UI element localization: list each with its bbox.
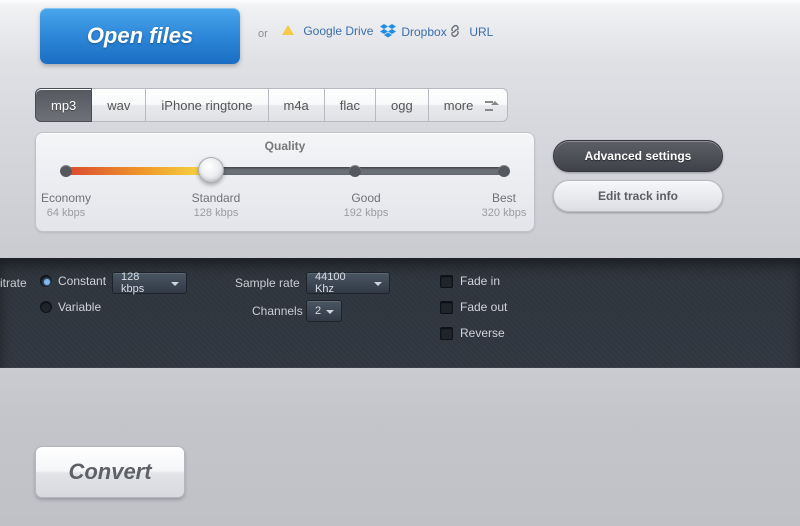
- tab-flac[interactable]: flac: [325, 88, 376, 122]
- bitrate-label: itrate: [0, 276, 27, 290]
- bitrate-constant-label: Constant: [58, 274, 106, 288]
- convert-button[interactable]: Convert: [35, 446, 185, 498]
- checkbox-icon: [440, 275, 453, 288]
- channels-label: Channels: [252, 304, 303, 318]
- dropbox-link[interactable]: Dropbox: [380, 24, 447, 39]
- checkbox-icon: [440, 327, 453, 340]
- quality-slider[interactable]: [66, 167, 504, 175]
- google-drive-icon: [282, 25, 296, 37]
- quality-rate: 64 kbps: [26, 207, 106, 219]
- sample-rate-dropdown[interactable]: 44100 Khz: [306, 272, 390, 294]
- radio-dot-icon: [40, 275, 52, 287]
- link-icon: [448, 24, 462, 36]
- quality-rate: 192 kbps: [326, 207, 406, 219]
- quality-title: Quality: [36, 139, 534, 153]
- format-tabs: mp3 wav iPhone ringtone m4a flac ogg mor…: [35, 88, 508, 122]
- quality-label-standard: Standard 128 kbps: [176, 191, 256, 219]
- tab-m4a[interactable]: m4a: [269, 88, 325, 122]
- open-files-button[interactable]: Open files: [40, 8, 240, 64]
- sample-rate-label: Sample rate: [235, 276, 300, 290]
- quality-rate: 320 kbps: [464, 207, 544, 219]
- reverse-label: Reverse: [460, 326, 505, 340]
- quality-label-best: Best 320 kbps: [464, 191, 544, 219]
- dropbox-icon: [380, 24, 394, 36]
- bitrate-variable-label: Variable: [58, 300, 101, 314]
- advanced-settings-panel: itrate Constant Variable 128 kbps Sample…: [0, 258, 800, 368]
- fade-out-label: Fade out: [460, 300, 507, 314]
- checkbox-icon: [440, 301, 453, 314]
- quality-stop-good[interactable]: [349, 165, 361, 177]
- quality-name: Economy: [41, 191, 91, 205]
- open-files-row: Open files or Google Drive Dropbox URL: [0, 0, 800, 80]
- channels-dropdown[interactable]: 2: [306, 300, 342, 322]
- quality-rate: 128 kbps: [176, 207, 256, 219]
- tab-iphone-ringtone[interactable]: iPhone ringtone: [146, 88, 268, 122]
- url-label: URL: [469, 25, 493, 39]
- google-drive-link[interactable]: Google Drive: [282, 24, 373, 38]
- quality-name: Good: [351, 191, 380, 205]
- bitrate-variable-radio[interactable]: Variable: [40, 300, 101, 314]
- quality-slider-fill: [66, 167, 211, 175]
- quality-label-economy: Economy 64 kbps: [26, 191, 106, 219]
- quality-name: Standard: [192, 191, 241, 205]
- edit-track-info-button[interactable]: Edit track info: [553, 180, 723, 212]
- fade-out-checkbox[interactable]: Fade out: [440, 300, 507, 314]
- bitrate-dropdown[interactable]: 128 kbps: [112, 272, 187, 294]
- quality-slider-thumb[interactable]: [198, 157, 224, 183]
- url-link[interactable]: URL: [448, 24, 493, 39]
- quality-stop-economy[interactable]: [60, 165, 72, 177]
- radio-dot-icon: [40, 301, 52, 313]
- fade-in-checkbox[interactable]: Fade in: [440, 274, 500, 288]
- quality-stop-best[interactable]: [498, 165, 510, 177]
- tab-mp3[interactable]: mp3: [35, 88, 92, 122]
- fade-in-label: Fade in: [460, 274, 500, 288]
- advanced-settings-button[interactable]: Advanced settings: [553, 140, 723, 172]
- or-text: or: [258, 28, 268, 40]
- tab-ogg[interactable]: ogg: [376, 88, 429, 122]
- tab-more[interactable]: more: [429, 88, 509, 122]
- quality-name: Best: [492, 191, 516, 205]
- bitrate-constant-radio[interactable]: Constant: [40, 274, 106, 288]
- google-drive-label: Google Drive: [303, 24, 373, 38]
- quality-label-good: Good 192 kbps: [326, 191, 406, 219]
- quality-panel: Quality Economy 64 kbps Standard 128 kbp…: [35, 132, 535, 232]
- reverse-checkbox[interactable]: Reverse: [440, 326, 505, 340]
- dropbox-label: Dropbox: [401, 25, 446, 39]
- tab-wav[interactable]: wav: [92, 88, 146, 122]
